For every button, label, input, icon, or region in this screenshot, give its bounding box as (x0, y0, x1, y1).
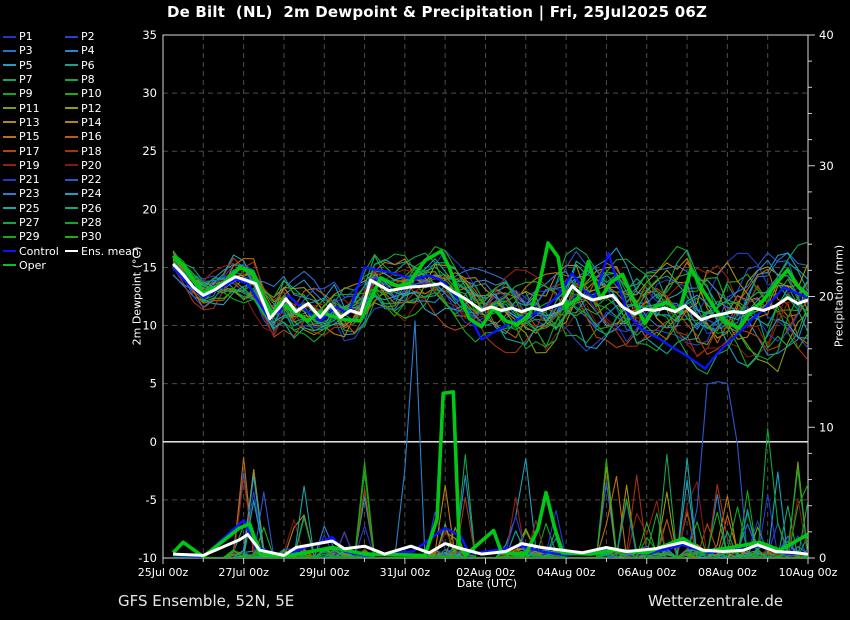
member-precip-line (173, 461, 808, 558)
x-tick-label: 29Jul 00z (299, 566, 350, 579)
y-left-tick-label: -10 (138, 551, 157, 565)
x-tick-label: 27Jul 00z (218, 566, 269, 579)
y-left-tick-label: 30 (142, 86, 157, 100)
footer-model-info: GFS Ensemble, 52N, 5E (118, 592, 295, 610)
member-lines (172, 241, 808, 558)
x-tick-label: 08Aug 00z (698, 566, 757, 579)
member-precip-line (173, 461, 808, 558)
member-precip-line (173, 457, 808, 558)
y-left-tick-label: 20 (142, 202, 157, 216)
y-right-tick-label: 0 (819, 551, 826, 565)
x-tick-label: 10Aug 00z (779, 566, 838, 579)
y-left-tick-label: 10 (142, 319, 157, 333)
member-precip-line (173, 458, 808, 558)
plot-area: -10 -5 0 5 10 15 20 25 30 35 0 10 20 30 40 25Jul 00z 27J… (138, 28, 838, 579)
x-tick-label: 04Aug 00z (537, 566, 596, 579)
x-axis-label: Date (UTC) (456, 577, 518, 590)
meteogram-page: De Bilt (NL) 2m Dewpoint & Precipitation… (0, 0, 850, 620)
y-left-tick-label: -5 (146, 493, 157, 507)
y-left-tick-label: 15 (142, 260, 157, 274)
footer-brand: Wetterzentrale.de (648, 592, 784, 610)
y-left-tick-label: 35 (142, 28, 157, 42)
y-axis-label-right: Precipitation (mm) (832, 244, 846, 348)
y-right-tick-label: 30 (819, 159, 834, 173)
y-right-tick-labels: 0 10 20 30 40 (819, 28, 834, 565)
y-right-tick-label: 40 (819, 28, 834, 42)
y-left-tick-label: 0 (150, 435, 157, 449)
x-tick-label: 31Jul 00z (380, 566, 431, 579)
member-precip-line (173, 457, 808, 558)
y-left-tick-label: 25 (142, 144, 157, 158)
y-left-tick-label: 5 (150, 377, 157, 391)
y-right-tick-label: 10 (819, 420, 834, 434)
x-tick-label: 25Jul 00z (138, 566, 189, 579)
member-precip-line (173, 474, 808, 558)
y-axis-label-left: 2m Dewpoint (°C) (130, 246, 144, 346)
member-precip-line (173, 466, 808, 558)
y-right-tick-label: 20 (819, 290, 834, 304)
x-tick-label: 06Aug 00z (617, 566, 676, 579)
